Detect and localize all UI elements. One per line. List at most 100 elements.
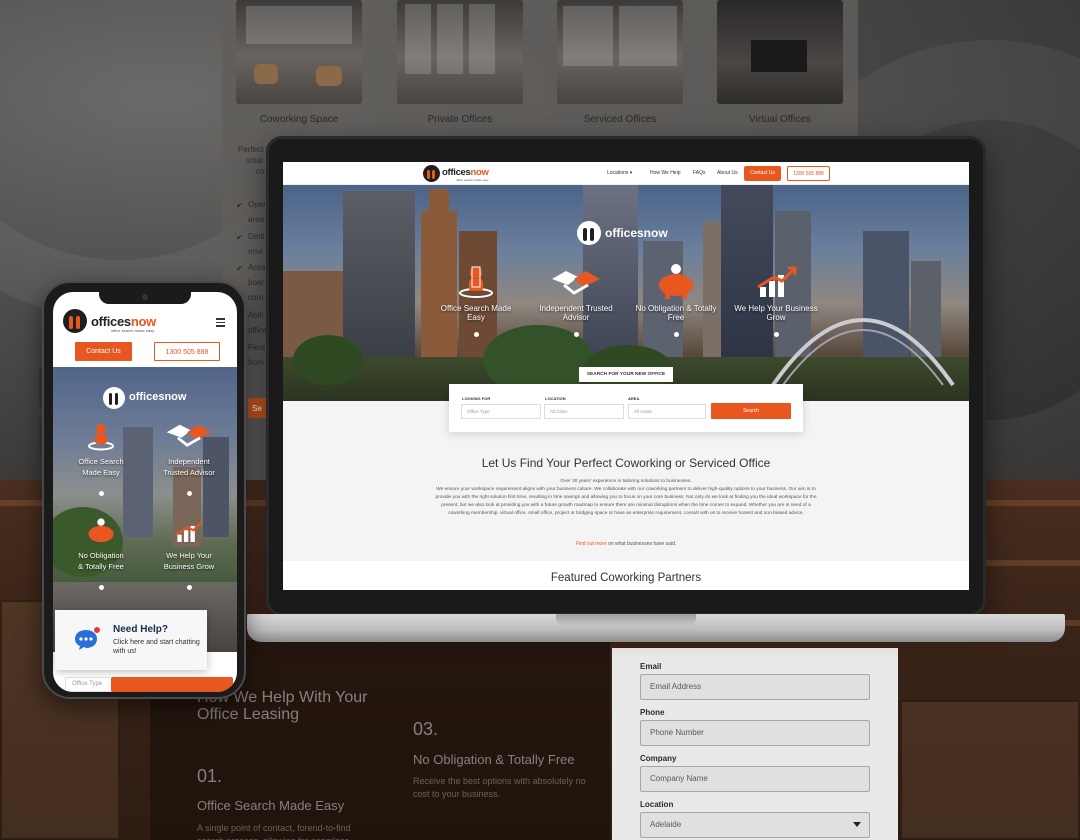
nav-locations[interactable]: Locations ▾ (607, 170, 632, 176)
area-label: AREA (628, 396, 640, 401)
nav-faqs[interactable]: FAQs (693, 170, 706, 176)
company-field: Company Name (640, 766, 870, 792)
intro-body: Over 30 years' experience in tailoring s… (431, 478, 821, 518)
logo-tagline: office search made easy (111, 328, 155, 333)
person-search-icon (88, 424, 114, 451)
tree (293, 335, 363, 385)
check-icon: ✔ (236, 264, 243, 273)
nav-how-we-help[interactable]: How We Help (650, 170, 680, 176)
contact-us-button[interactable]: Contact Us (75, 342, 132, 361)
private-offices-image (397, 0, 523, 104)
carousel-dot[interactable] (773, 332, 779, 337)
phone-camera (142, 294, 148, 300)
piggy-bank-icon (88, 518, 114, 543)
step-01-text: A single point of contact, forend-to-fin… (197, 823, 351, 840)
chat-widget[interactable]: Need Help? Click here and start chatting… (55, 610, 207, 670)
virtual-offices-label: Virtual Offices (749, 114, 811, 125)
carousel-dot[interactable] (186, 585, 192, 590)
growth-chart-icon (757, 266, 797, 297)
notification-badge (93, 626, 101, 634)
search-tab: SEARCH FOR YOUR NEW OFFICE (579, 367, 673, 382)
location-label: LOCATION (545, 396, 566, 401)
background-window (900, 700, 1080, 840)
email-field: Email Address (640, 674, 870, 700)
location-select-value: Adelaide (650, 820, 682, 829)
office-type-select[interactable]: Office Type (461, 404, 541, 419)
step-03-number: 03. (413, 719, 439, 739)
feature-title: Office Search Made Easy (78, 457, 124, 477)
search-button[interactable] (111, 677, 233, 692)
building (429, 189, 449, 211)
chat-subtitle: Click here and start chatting with us! (113, 639, 200, 655)
carousel-dot[interactable] (473, 332, 479, 337)
intro-lead: Over 30 years' experience in tailoring s… (560, 479, 692, 484)
background-search-button: Se (248, 398, 268, 418)
background-text: Dedi (248, 232, 265, 241)
background-text: Abili (248, 311, 264, 320)
desktop-website: officesnow office search made easy Locat… (283, 162, 969, 590)
location-select: Adelaide (640, 812, 870, 838)
intro-link-suffix: on what businesses have said. (608, 541, 677, 547)
chat-title: Need Help? (113, 624, 169, 635)
background-text: office (248, 326, 267, 335)
handshake-icon (166, 424, 212, 447)
check-icon: ✔ (236, 201, 243, 210)
coworking-space-label: Coworking Space (259, 114, 339, 125)
feature-title: Independent Trusted Advisor (539, 304, 613, 322)
logo-wordmark[interactable]: officesnow (442, 167, 489, 178)
person-search-icon (459, 266, 493, 298)
serviced-offices-label: Serviced Offices (583, 114, 657, 125)
background-text: from (248, 358, 264, 367)
step-03-text: Receive the best options with absolutely… (413, 776, 586, 799)
carousel-dot[interactable] (673, 332, 679, 337)
serviced-offices-image (557, 0, 683, 104)
mobile-feature-business-grow: We Help Your Business Grow (149, 517, 229, 590)
office-search-box: LOOKING FOR Office Type LOCATION All Cit… (449, 384, 803, 432)
laptop-notch (556, 614, 696, 626)
building (343, 191, 415, 361)
phone-button[interactable]: 1300 505 888 (154, 342, 220, 361)
chevron-down-icon (853, 822, 861, 827)
private-offices-label: Private Offices (427, 114, 493, 125)
mobile-feature-no-obligation: No Obligation & Totally Free (61, 517, 141, 590)
contact-us-button[interactable]: Contact Us (744, 166, 781, 181)
nav-about-us[interactable]: About Us (717, 170, 738, 176)
logo-icon[interactable] (63, 309, 87, 333)
hero-logo-text: officesnow (605, 226, 668, 240)
carousel-dot[interactable] (573, 332, 579, 337)
mobile-feature-office-search: Office Search Made Easy (61, 423, 141, 496)
background-text: Oper (248, 200, 266, 209)
find-out-more-link[interactable]: Find out more (576, 541, 607, 547)
feature-business-grow: We Help Your Business Grow (731, 265, 821, 337)
chevron-down-icon: ▾ (629, 170, 633, 176)
area-select[interactable]: All Areas (628, 404, 706, 419)
feature-office-search: Office Search Made Easy (431, 265, 521, 337)
carousel-dot[interactable] (98, 585, 104, 590)
menu-icon[interactable] (216, 318, 225, 329)
carousel-dot[interactable] (186, 491, 192, 496)
check-icon: ✔ (236, 233, 243, 242)
logo-wordmark[interactable]: officesnow (91, 314, 156, 329)
handshake-icon (552, 271, 600, 295)
phone-label: Phone (640, 708, 665, 717)
logo-icon[interactable] (423, 165, 440, 182)
phone-button[interactable]: 1300 505 888 (787, 166, 830, 181)
virtual-offices-image (717, 0, 843, 104)
search-button[interactable]: Search (711, 403, 791, 419)
company-label: Company (640, 754, 677, 763)
step-01-number: 01. (197, 766, 223, 786)
feature-title: Independent Trusted Advisor (163, 457, 215, 477)
location-select[interactable]: All Cities (544, 404, 624, 419)
feature-title: No Obligation & Totally Free (635, 304, 717, 322)
intro-paragraph: We ensure your workspace requirement ali… (435, 487, 817, 516)
phone-field: Phone Number (640, 720, 870, 746)
background-text: area (248, 215, 265, 224)
desktop-navbar: officesnow office search made easy Locat… (283, 162, 969, 185)
piggy-bank-icon (659, 264, 693, 299)
carousel-dot[interactable] (98, 491, 104, 496)
feature-trusted-advisor: Independent Trusted Advisor (531, 265, 621, 337)
feature-title: No Obligation & Totally Free (78, 551, 124, 571)
location-label: Location (640, 800, 674, 809)
background-text: boar (248, 278, 265, 287)
background-text: Acce (248, 263, 266, 272)
